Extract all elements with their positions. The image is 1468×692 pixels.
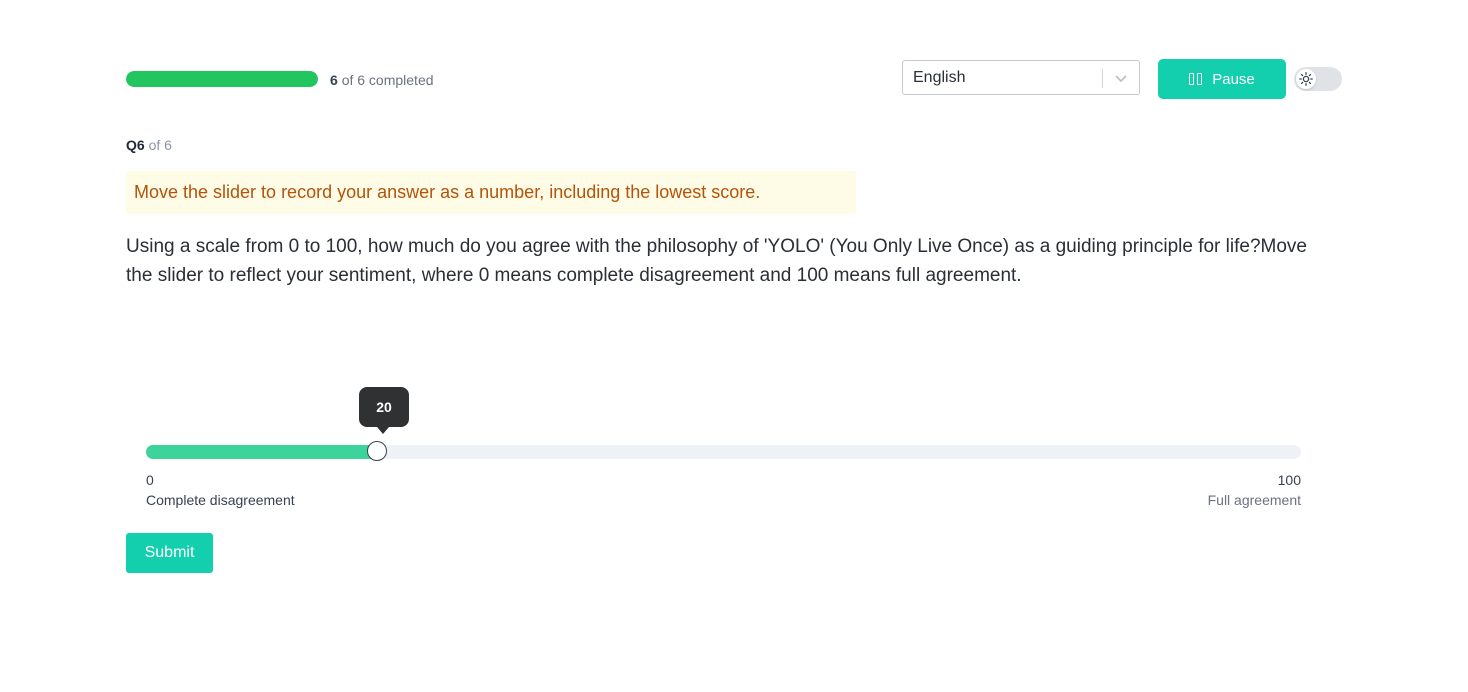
language-select-divider [1102, 69, 1103, 88]
survey-container: 6 of 6 completed English Pause Q6 of 6 M… [126, 0, 1342, 692]
question-text: Using a scale from 0 to 100, how much do… [126, 236, 1307, 286]
sun-icon [1299, 72, 1313, 86]
question-number-total: of 6 [148, 137, 172, 153]
question-hint: Move the slider to record your answer as… [126, 171, 856, 214]
pause-label: Pause [1212, 70, 1255, 88]
slider-thumb[interactable] [367, 441, 387, 461]
progress-current: 6 [330, 72, 338, 88]
slider-min-text: Complete disagreement [146, 492, 295, 508]
slider-fill [146, 445, 377, 459]
theme-toggle[interactable] [1294, 67, 1342, 91]
slider-max-label: 100 [1277, 472, 1301, 488]
slider-max-text: Full agreement [1207, 492, 1301, 508]
question-number-current: Q6 [126, 137, 145, 153]
pause-icon [1189, 73, 1203, 85]
progress-rest: of 6 completed [341, 72, 434, 88]
tooltip-arrow [377, 427, 389, 434]
chevron-down-icon [1115, 75, 1127, 83]
slider-track[interactable] [146, 441, 1301, 461]
language-select[interactable]: English [902, 60, 1140, 95]
progress-bar-fill [126, 71, 318, 87]
language-select-value: English [913, 69, 966, 86]
pause-button[interactable]: Pause [1158, 59, 1286, 99]
progress-text: 6 of 6 completed [330, 71, 434, 89]
toggle-knob [1296, 69, 1316, 89]
question-number: Q6 of 6 [126, 137, 172, 153]
progress-bar [126, 71, 318, 87]
slider-value-tooltip: 20 [359, 387, 409, 427]
slider-min-label: 0 [146, 472, 154, 488]
submit-button[interactable]: Submit [126, 533, 213, 573]
